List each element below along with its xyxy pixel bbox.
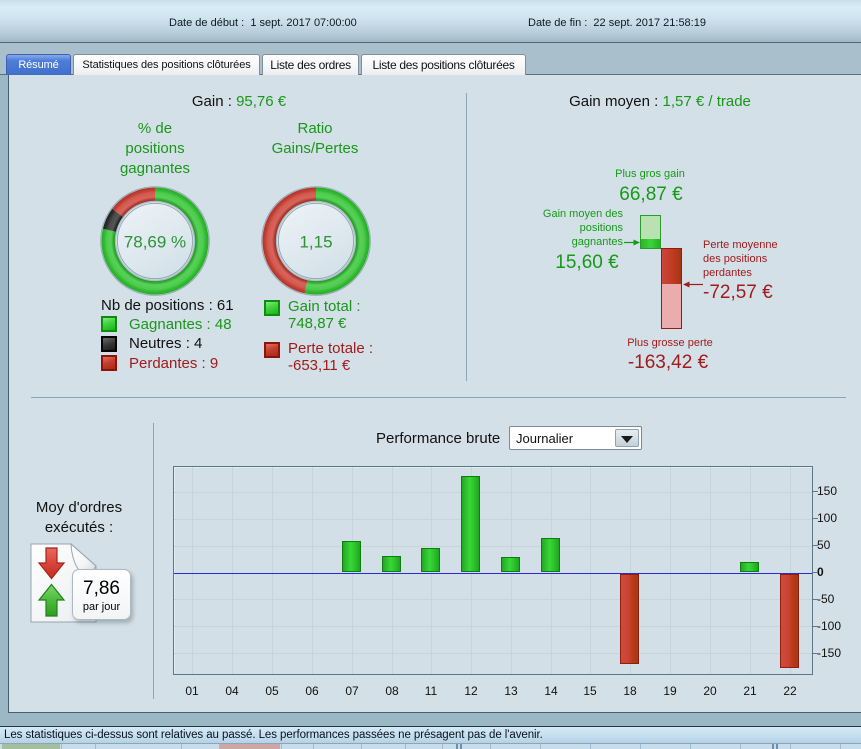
svg-text:1,15: 1,15 [299,233,332,252]
svg-text:78,69 %: 78,69 % [124,233,186,252]
